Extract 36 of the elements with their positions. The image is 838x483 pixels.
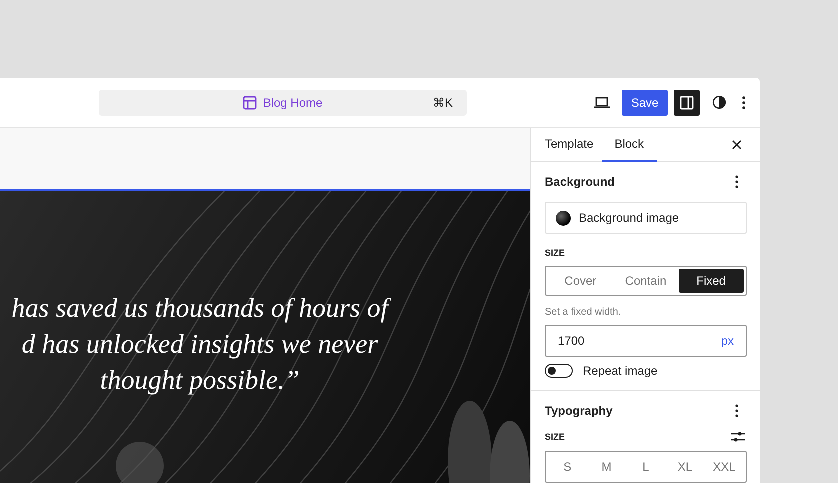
background-image-button[interactable]: Background image bbox=[545, 202, 747, 234]
font-size-option[interactable]: S bbox=[548, 454, 588, 480]
field-label: SIZE bbox=[545, 432, 566, 442]
more-options-icon[interactable] bbox=[735, 175, 739, 189]
close-icon[interactable] bbox=[732, 140, 742, 150]
page-title: Blog Home bbox=[263, 96, 323, 110]
width-input[interactable]: 1700 px bbox=[545, 325, 747, 357]
layout-icon bbox=[243, 96, 258, 110]
quote-text: d has unlocked insights we never bbox=[22, 328, 378, 361]
sidebar-panel-icon bbox=[680, 96, 694, 110]
panel-title: Typography bbox=[545, 404, 613, 418]
laptop-icon[interactable] bbox=[594, 96, 610, 108]
command-bar[interactable]: Blog Home ⌘K bbox=[99, 90, 467, 116]
font-size-option[interactable]: XL bbox=[666, 454, 705, 480]
toggle-label: Repeat image bbox=[583, 364, 658, 378]
font-size-option[interactable]: L bbox=[626, 454, 666, 480]
sidebar-tab[interactable]: Block bbox=[602, 128, 658, 162]
font-size-option[interactable]: XXL bbox=[704, 454, 744, 480]
quote-text: thought possible.” bbox=[100, 364, 300, 397]
sidebar-tab[interactable]: Template bbox=[537, 128, 602, 162]
size-option[interactable]: Fixed bbox=[678, 269, 744, 293]
keyboard-shortcut: ⌘K bbox=[432, 96, 453, 110]
toggle-switch[interactable] bbox=[545, 364, 573, 378]
size-option[interactable]: Contain bbox=[613, 269, 679, 293]
unit-label: px bbox=[721, 334, 734, 348]
field-label: SIZE bbox=[545, 248, 566, 258]
more-options-icon[interactable] bbox=[735, 404, 739, 418]
save-button[interactable]: Save bbox=[622, 90, 668, 116]
size-option[interactable]: Cover bbox=[548, 269, 614, 293]
font-size-option[interactable]: M bbox=[587, 454, 626, 480]
sidebar-toggle-button[interactable] bbox=[674, 90, 700, 116]
contrast-icon[interactable] bbox=[712, 95, 727, 110]
sliders-icon[interactable] bbox=[731, 431, 745, 443]
more-options-icon[interactable] bbox=[742, 96, 746, 110]
help-text: Set a fixed width. bbox=[545, 307, 622, 318]
panel-title: Background bbox=[545, 175, 616, 189]
